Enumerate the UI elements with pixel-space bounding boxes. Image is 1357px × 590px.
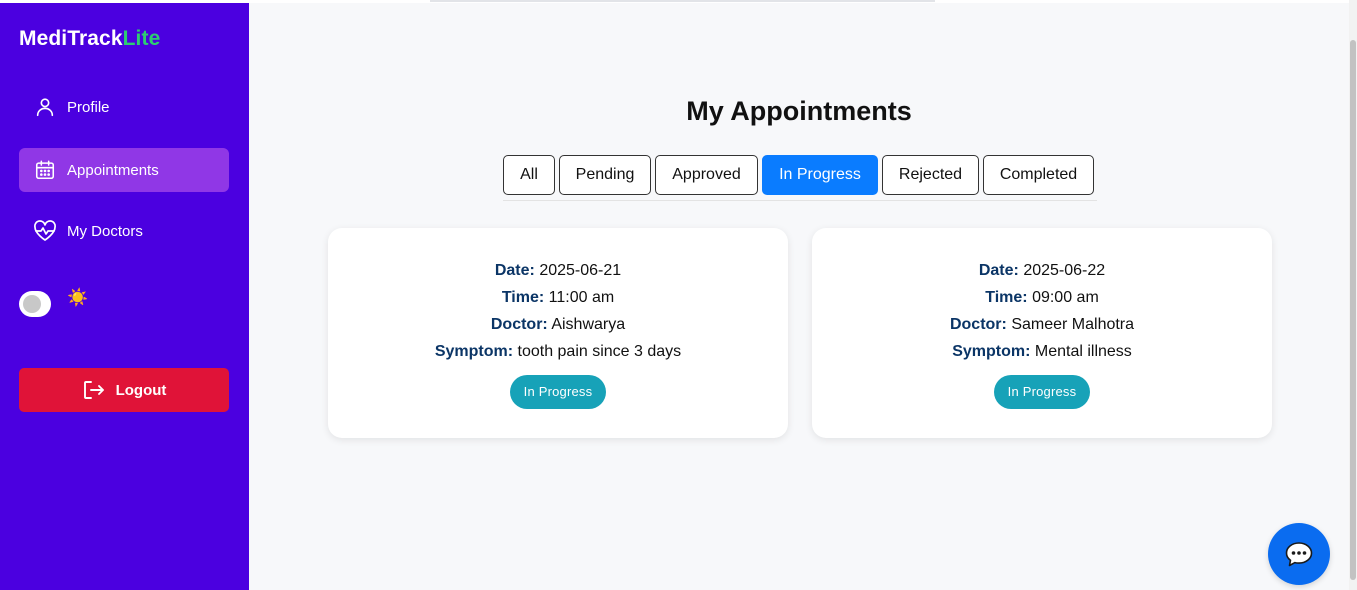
tab-in-progress[interactable]: In Progress xyxy=(762,155,878,195)
tab-completed[interactable]: Completed xyxy=(983,155,1094,195)
date-value: 2025-06-21 xyxy=(539,262,622,279)
symptom-value: tooth pain since 3 days xyxy=(517,343,682,360)
sidebar-item-label: Profile xyxy=(67,98,110,116)
sidebar-item-label: Appointments xyxy=(67,161,159,179)
time-value: 11:00 am xyxy=(548,289,615,306)
date-label: Date: xyxy=(494,262,535,279)
date-value: 2025-06-22 xyxy=(1023,262,1106,279)
status-badge: In Progress xyxy=(993,375,1091,409)
date-label: Date: xyxy=(978,262,1019,279)
appointment-card: Date: 2025-06-21 Time: 11:00 am Doctor: … xyxy=(328,228,788,438)
status-tabs: All Pending Approved In Progress Rejecte… xyxy=(503,155,1094,197)
chat-button[interactable] xyxy=(1268,523,1330,585)
appointment-doctor: Doctor: Aishwarya xyxy=(328,311,788,338)
appointment-time: Time: 11:00 am xyxy=(328,284,788,311)
sidebar-item-profile[interactable]: Profile xyxy=(19,85,229,129)
calendar-icon xyxy=(33,158,57,182)
appointment-date: Date: 2025-06-22 xyxy=(812,257,1272,284)
time-label: Time: xyxy=(985,289,1028,306)
doctor-value: Sameer Malhotra xyxy=(1011,316,1135,333)
heart-pulse-icon xyxy=(33,219,57,243)
appointment-doctor: Doctor: Sameer Malhotra xyxy=(812,311,1272,338)
app-window: MediTrackLite Profile Appointments My Do… xyxy=(0,0,1357,590)
page-title: My Appointments xyxy=(686,96,912,126)
appointment-symptom: Symptom: tooth pain since 3 days xyxy=(328,338,788,365)
chat-bubble-icon xyxy=(1284,540,1314,568)
doctor-label: Doctor: xyxy=(949,316,1007,333)
symptom-value: Mental illness xyxy=(1034,343,1132,360)
time-value: 09:00 am xyxy=(1032,289,1099,306)
doctor-label: Doctor: xyxy=(490,316,548,333)
brand-logo[interactable]: MediTrackLite xyxy=(19,27,160,51)
appointment-time: Time: 09:00 am xyxy=(812,284,1272,311)
appointment-symptom: Symptom: Mental illness xyxy=(812,338,1272,365)
toggle-knob xyxy=(23,295,41,313)
scrollbar-thumb[interactable] xyxy=(1350,40,1356,580)
doctor-value: Aishwarya xyxy=(551,316,626,333)
sidebar-item-my-doctors[interactable]: My Doctors xyxy=(19,209,229,253)
top-shadow xyxy=(430,0,935,2)
brand-name-main: MediTrack xyxy=(19,27,123,50)
symptom-label: Symptom: xyxy=(434,343,514,360)
page-scrollbar[interactable] xyxy=(1349,0,1357,590)
tab-all[interactable]: All xyxy=(503,155,555,195)
sidebar-item-label: My Doctors xyxy=(67,222,143,240)
tab-approved[interactable]: Approved xyxy=(655,155,758,195)
tab-pending[interactable]: Pending xyxy=(559,155,651,195)
logout-button[interactable]: Logout xyxy=(19,368,229,412)
sun-icon: ☀️ xyxy=(67,288,89,307)
appointment-date: Date: 2025-06-21 xyxy=(328,257,788,284)
logout-icon xyxy=(82,379,106,401)
brand-name-accent: Lite xyxy=(122,27,161,50)
logout-label: Logout xyxy=(115,381,167,399)
status-badge: In Progress xyxy=(509,375,607,409)
theme-toggle[interactable] xyxy=(19,291,51,317)
main-content: My Appointments All Pending Approved In … xyxy=(249,3,1349,590)
time-label: Time: xyxy=(501,289,545,306)
user-icon xyxy=(33,95,57,119)
sidebar: MediTrackLite Profile Appointments My Do… xyxy=(0,3,249,590)
appointment-card: Date: 2025-06-22 Time: 09:00 am Doctor: … xyxy=(812,228,1272,438)
symptom-label: Symptom: xyxy=(952,343,1031,360)
tab-rejected[interactable]: Rejected xyxy=(882,155,979,195)
sidebar-item-appointments[interactable]: Appointments xyxy=(19,148,229,192)
tabs-divider xyxy=(503,200,1097,201)
